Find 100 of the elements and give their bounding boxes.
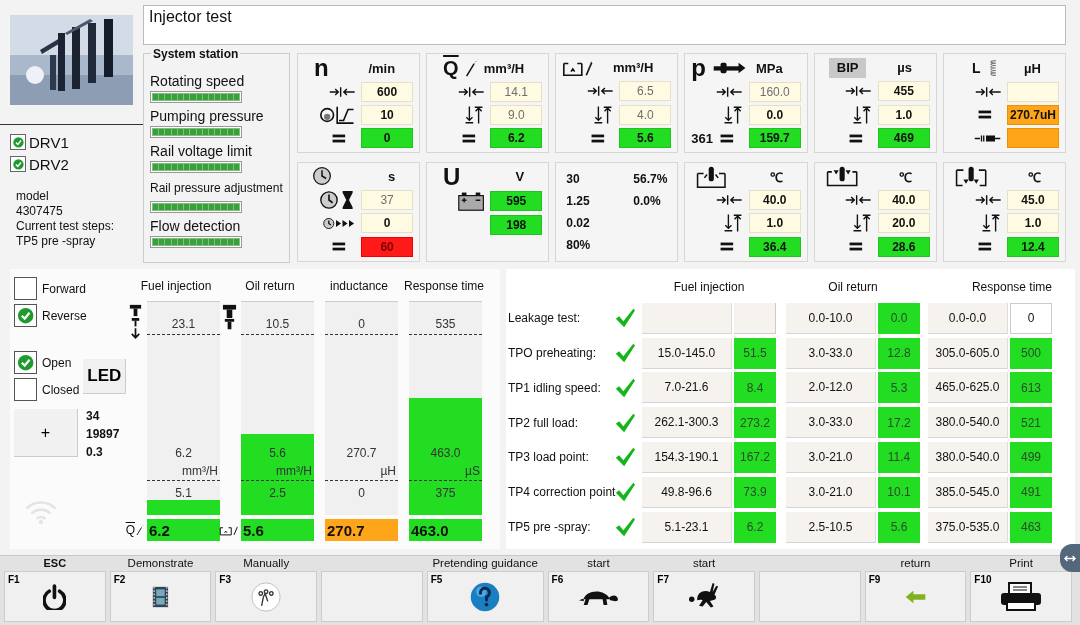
limit-value: 535: [434, 317, 457, 331]
input-field[interactable]: 45.0: [1007, 190, 1059, 211]
function-key[interactable]: F10: [970, 571, 1072, 622]
checkbox[interactable]: [14, 277, 37, 300]
result-cell: 51.5: [734, 337, 776, 369]
result-cell: 5.6: [878, 511, 920, 543]
equals-icon: [589, 132, 606, 144]
checkbox[interactable]: [10, 156, 26, 172]
pipe-arrow-icon: [712, 62, 747, 74]
measured-value: 6.2: [174, 446, 193, 460]
motor-ramp-icon: [318, 105, 356, 125]
input-field[interactable]: 1.0: [1007, 213, 1059, 234]
input-field[interactable]: 20.0: [877, 213, 930, 234]
range-cell: 380.0-540.0: [928, 407, 1008, 439]
key-caption: return: [899, 557, 932, 571]
value-field: 0: [361, 128, 414, 149]
result-cell: 6.2: [734, 511, 776, 543]
input-field[interactable]: 6.5: [619, 81, 672, 102]
printer-icon: [999, 581, 1044, 612]
readout-field: 5.6: [241, 519, 314, 541]
range-cell: 3.0-33.0: [786, 407, 876, 439]
side-tab-button[interactable]: [1060, 544, 1080, 572]
readout-field: 463.0: [409, 519, 482, 541]
result-cell: 8.4: [734, 372, 776, 404]
range-cell: 7.0-21.6: [642, 372, 732, 404]
input-field[interactable]: 455: [877, 81, 930, 102]
inward-arrows-icon: [328, 84, 356, 99]
function-key[interactable]: F9: [864, 571, 967, 622]
return-flow-icon: [562, 58, 593, 77]
inward-arrows-icon: [974, 84, 1001, 99]
input-field[interactable]: 4.0: [619, 104, 672, 125]
input-field[interactable]: 1.0: [748, 213, 801, 234]
input-field[interactable]: [1007, 81, 1059, 102]
range-cell: 3.0-21.0: [786, 476, 876, 508]
equals-icon: [977, 241, 993, 253]
equals-icon: [848, 132, 864, 144]
equals-icon: [719, 241, 735, 253]
test-label: Leakage test:: [508, 311, 582, 326]
led-button[interactable]: LED: [83, 358, 127, 394]
arrows-icon: [1064, 553, 1076, 563]
result-cell: 499: [1010, 442, 1052, 473]
input-field[interactable]: 40.0: [748, 190, 801, 211]
plus-button[interactable]: +: [14, 409, 78, 457]
status-label: Rotating speed: [150, 73, 246, 89]
range-cell: 380.0-540.0: [928, 442, 1008, 473]
inward-arrows-icon: [845, 193, 872, 208]
function-key[interactable]: F1: [4, 571, 106, 622]
input-field[interactable]: 37: [361, 189, 414, 210]
result-cell: 463: [1010, 511, 1052, 543]
range-cell: 0.0-10.0: [786, 302, 876, 334]
input-field[interactable]: 0.0: [748, 105, 801, 125]
equals-icon: [719, 132, 735, 144]
input-field[interactable]: 0: [361, 213, 414, 234]
input-field[interactable]: 160.0: [748, 81, 801, 102]
clock-hourglass-icon: [318, 189, 356, 210]
checkbox[interactable]: [14, 351, 37, 374]
value-field: 198: [490, 214, 543, 235]
range-cell: 2.5-10.5: [786, 511, 876, 543]
value-field: 595: [490, 190, 543, 211]
input-field[interactable]: 1.0: [877, 104, 930, 125]
unit-label: µH: [1024, 60, 1041, 76]
checkbox[interactable]: [10, 134, 26, 150]
key-caption: Manually: [242, 557, 291, 571]
input-field[interactable]: 600: [361, 81, 414, 102]
key-caption: start: [586, 557, 611, 571]
measured-value: 5.6: [268, 446, 287, 460]
checkbox[interactable]: [14, 304, 37, 327]
tolerance-arrows-icon: [722, 213, 743, 234]
input-field[interactable]: 9.0: [490, 105, 543, 125]
checkbox[interactable]: [14, 378, 37, 401]
result-cell: 273.2: [734, 407, 776, 439]
function-key[interactable]: F5: [426, 571, 544, 622]
function-key[interactable]: F2: [109, 571, 212, 622]
result-cell: 500: [1010, 337, 1052, 369]
inward-arrows-icon: [974, 193, 1001, 208]
result-cell: 5.3: [878, 372, 920, 404]
function-key[interactable]: F7: [653, 571, 755, 622]
readout-field: 270.7: [325, 519, 398, 541]
inward-arrows-icon: [586, 84, 614, 99]
input-field[interactable]: 14.1: [490, 81, 543, 102]
test-label: TP2 full load:: [508, 415, 580, 430]
gauge-symbol: L: [971, 59, 981, 78]
unit-label: mm³/H: [182, 464, 218, 478]
counter-value: 0.3: [86, 445, 104, 459]
test-label: TP3 load point:: [508, 450, 590, 465]
column-header: Response time: [970, 280, 1052, 294]
function-key[interactable]: F6: [547, 571, 650, 622]
range-cell: 465.0-625.0: [928, 372, 1008, 404]
limit-value: 0: [357, 486, 366, 500]
limit-value: 2.5: [268, 486, 287, 500]
gauge-symbol: p: [691, 57, 706, 79]
range-cell: 305.0-605.0: [928, 337, 1008, 369]
input-field[interactable]: 10: [361, 105, 414, 125]
function-key[interactable]: F3: [215, 571, 317, 622]
flow-symbol: Q: [125, 523, 135, 537]
result-cell: 167.2: [734, 442, 776, 473]
inward-arrows-icon: [716, 84, 743, 99]
input-field[interactable]: 40.0: [877, 190, 930, 211]
counter-value: 34: [86, 409, 101, 423]
range-cell: 2.0-12.0: [786, 372, 876, 404]
